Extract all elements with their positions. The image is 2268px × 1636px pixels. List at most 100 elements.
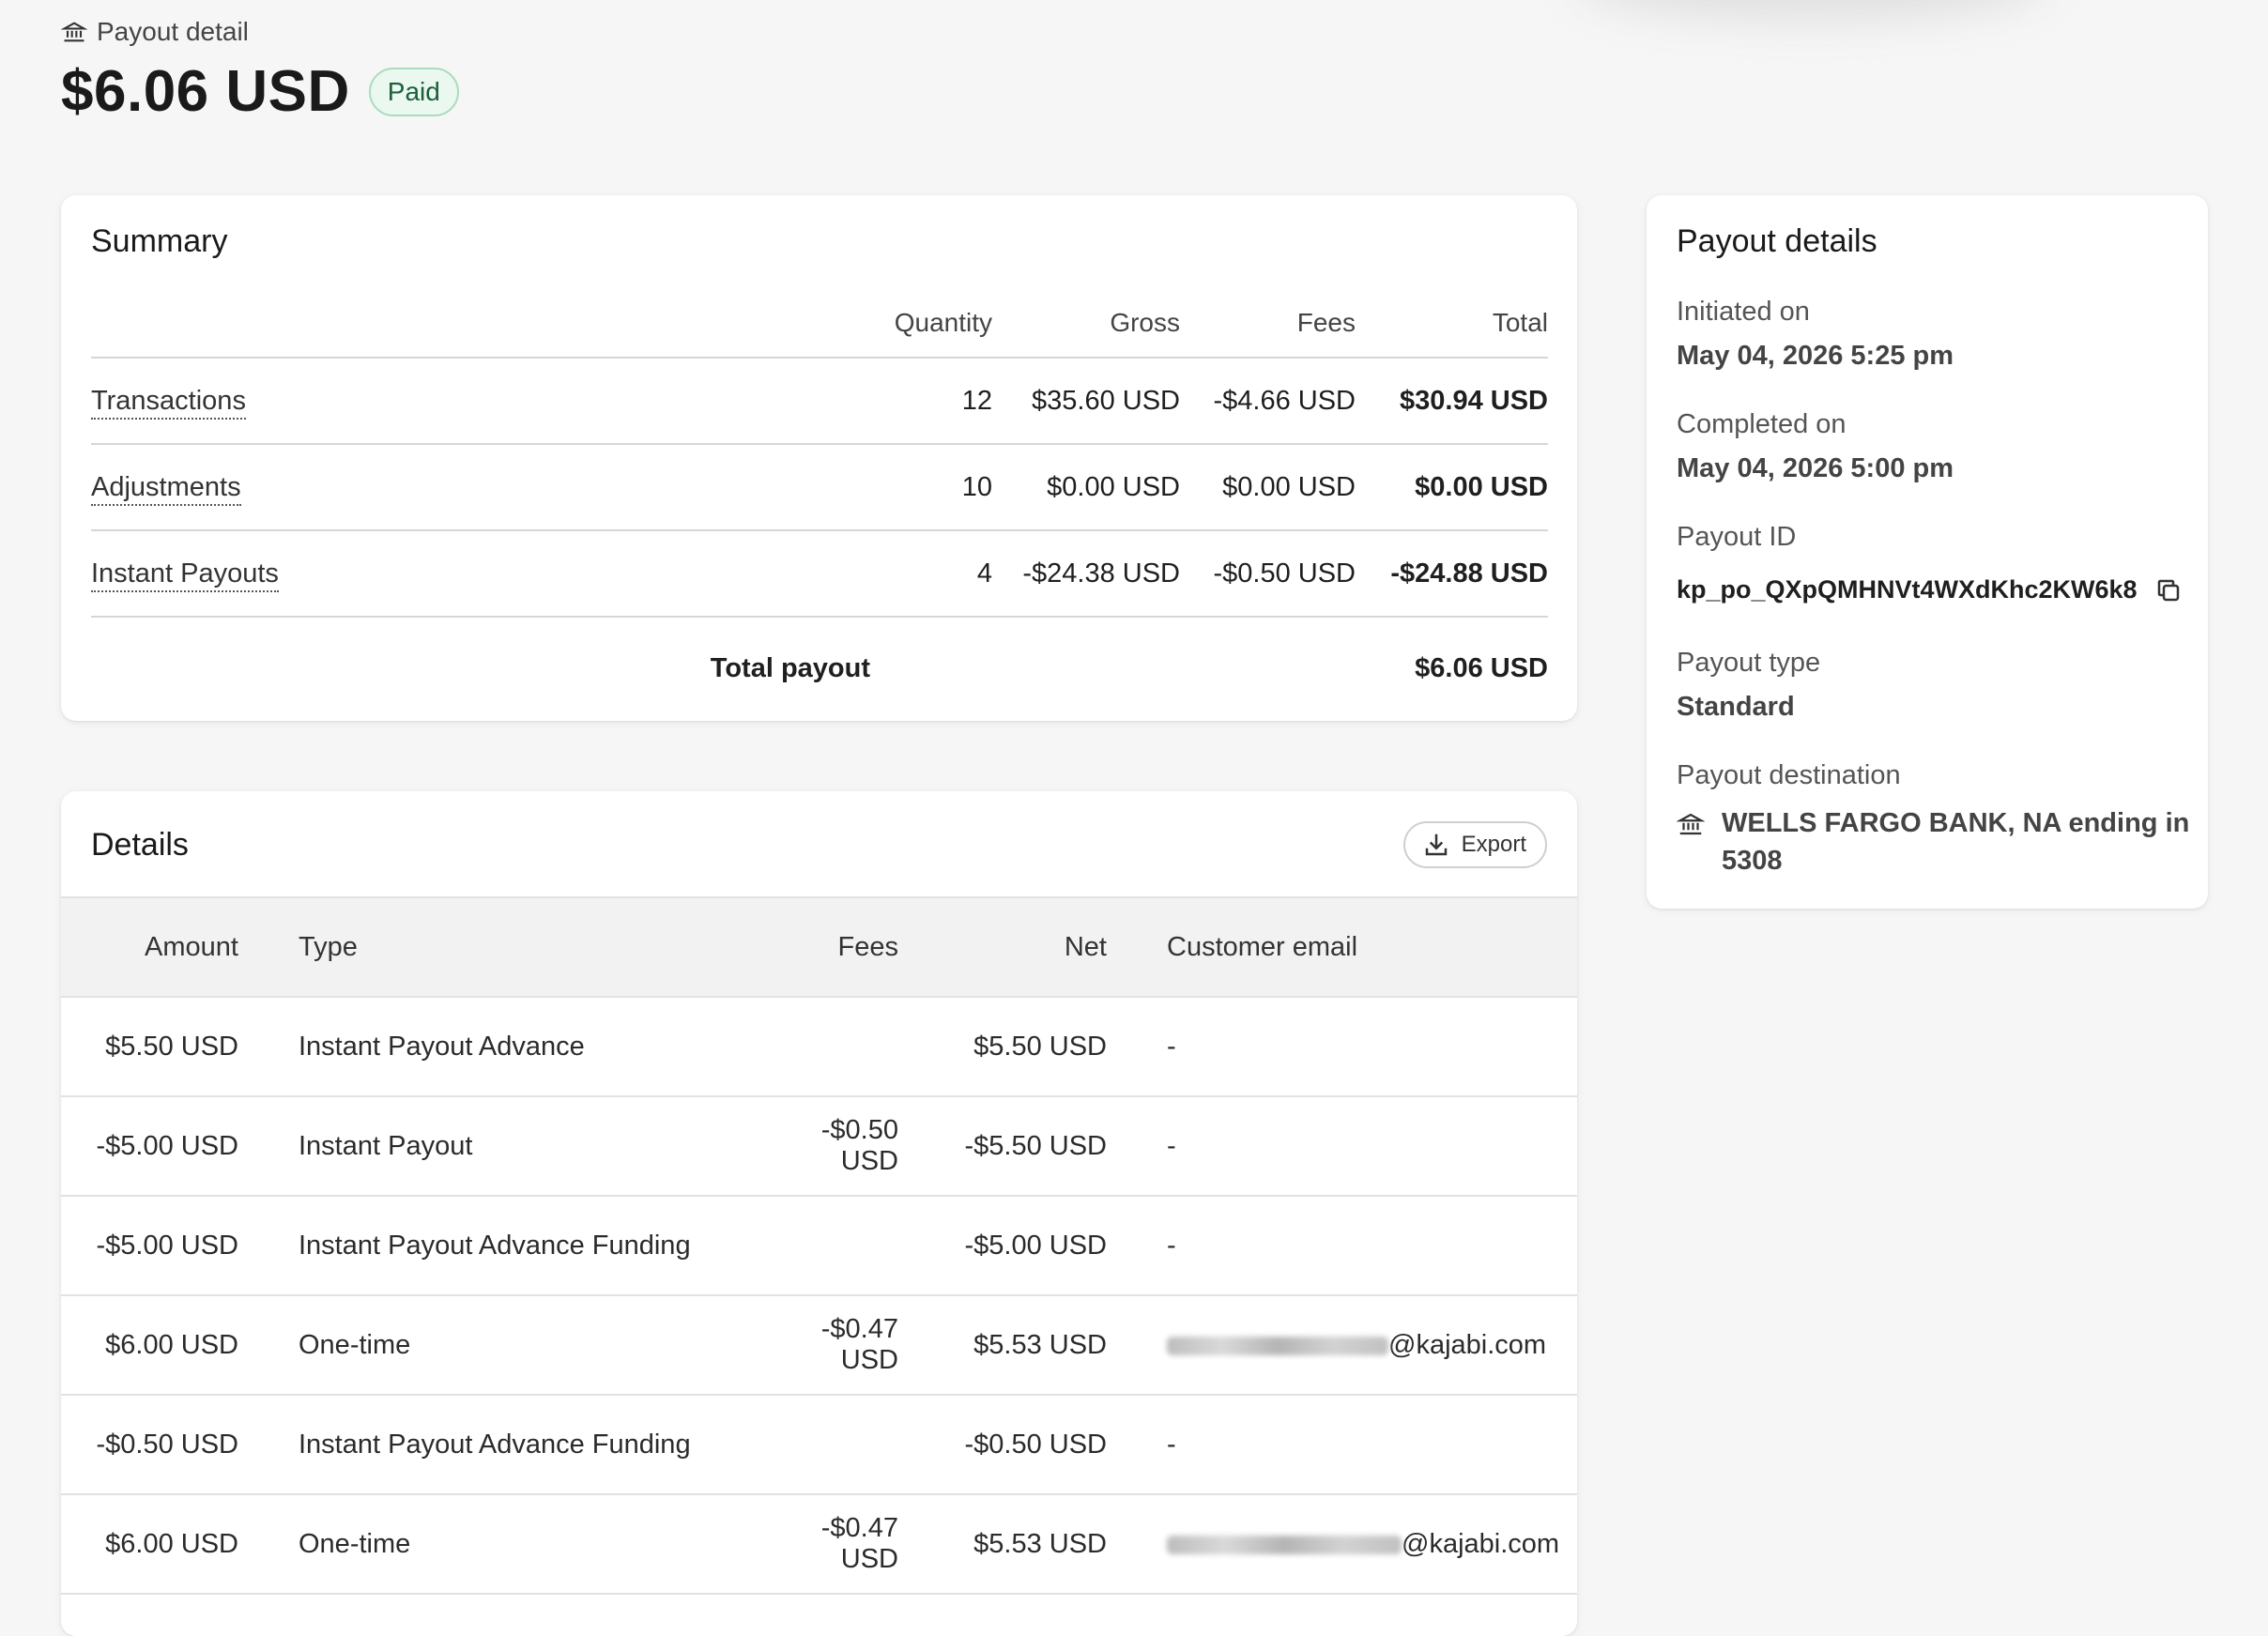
payout-destination-field: Payout destination WELLS FARGO BANK, NA …	[1677, 760, 2191, 879]
summary-header-quantity: Quantity	[870, 291, 992, 359]
status-badge: Paid	[368, 67, 459, 116]
header-type: Type	[299, 896, 759, 998]
row-fees	[759, 1395, 898, 1495]
copy-icon[interactable]	[2154, 576, 2183, 604]
export-label: Export	[1461, 832, 1526, 857]
completed-value: May 04, 2026 5:00 pm	[1677, 453, 1954, 483]
table-row[interactable]: -$0.50 USD Instant Payout Advance Fundin…	[61, 1395, 1577, 1495]
row-email: -	[1167, 997, 1577, 1097]
summary-fees: -$0.50 USD	[1180, 530, 1356, 618]
details-card: Details Export Amount Type Fees Net Cust…	[61, 791, 1577, 1636]
row-type: Instant Payout Advance Funding	[299, 1196, 759, 1296]
completed-field: Completed on May 04, 2026 5:00 pm	[1677, 409, 1954, 484]
payout-id-label: Payout ID	[1677, 522, 1797, 552]
row-email: -	[1167, 1096, 1577, 1197]
payout-destination-value: WELLS FARGO BANK, NA ending in 5308	[1722, 808, 2190, 876]
summary-row-label[interactable]: Adjustments	[91, 444, 870, 531]
header-amount: Amount	[61, 896, 238, 998]
bank-icon	[61, 19, 87, 45]
summary-row-label[interactable]: Transactions	[91, 358, 870, 445]
row-fees	[759, 997, 898, 1097]
row-email: @kajabi.com	[1388, 1329, 1547, 1360]
header-net: Net	[898, 896, 1107, 998]
total-payout-value: $6.06 USD	[1415, 652, 1548, 683]
summary-row-total: Total payout $6.06 USD	[91, 617, 1548, 719]
payout-destination-label: Payout destination	[1677, 760, 1901, 790]
row-amount: -$0.50 USD	[61, 1395, 238, 1495]
redacted-email-blur	[1167, 1336, 1388, 1355]
summary-gross: $0.00 USD	[992, 444, 1180, 531]
breadcrumb: Payout detail	[61, 17, 249, 47]
summary-total: -$24.88 USD	[1356, 530, 1548, 618]
payout-details-title: Payout details	[1677, 223, 1877, 259]
row-amount: $6.00 USD	[61, 1494, 238, 1595]
row-net: $5.53 USD	[898, 1295, 1107, 1396]
row-type: One-time	[299, 1295, 759, 1396]
summary-card: Summary Quantity Gross Fees Total Transa…	[61, 195, 1577, 721]
details-title: Details	[91, 827, 189, 863]
summary-total: $30.94 USD	[1356, 358, 1548, 445]
row-amount: $5.50 USD	[61, 997, 238, 1097]
total-payout-label: Total payout	[710, 652, 870, 683]
redacted-email-blur	[1167, 1535, 1402, 1554]
page-header: $6.06 USD Paid	[61, 58, 459, 125]
summary-header-label	[91, 291, 870, 359]
row-amount: -$5.00 USD	[61, 1096, 238, 1197]
row-type: Instant Payout	[299, 1096, 759, 1197]
summary-title: Summary	[91, 223, 228, 259]
summary-row-label[interactable]: Instant Payouts	[91, 530, 870, 618]
summary-fees: $0.00 USD	[1180, 444, 1356, 531]
payout-id-row: kp_po_QXpQMHNVt4WXdKhc2KW6k8	[1677, 575, 2183, 604]
row-net: -$5.50 USD	[898, 1096, 1107, 1197]
header-customer-email: Customer email	[1167, 896, 1577, 998]
initiated-value: May 04, 2026 5:25 pm	[1677, 341, 1954, 371]
summary-quantity: 10	[870, 444, 992, 531]
details-table: Amount Type Fees Net Customer email $5.5…	[61, 896, 1577, 1595]
summary-fees: -$4.66 USD	[1180, 358, 1356, 445]
row-amount: $6.00 USD	[61, 1295, 238, 1396]
summary-gross: -$24.38 USD	[992, 530, 1180, 618]
row-email: -	[1167, 1196, 1577, 1296]
payout-id-value: kp_po_QXpQMHNVt4WXdKhc2KW6k8	[1677, 575, 2138, 604]
table-row[interactable]: $6.00 USD One-time -$0.47 USD $5.53 USD …	[61, 1295, 1577, 1396]
payout-id-field: Payout ID kp_po_QXpQMHNVt4WXdKhc2KW6k8	[1677, 522, 2183, 604]
row-net: $5.50 USD	[898, 997, 1107, 1097]
row-type: Instant Payout Advance Funding	[299, 1395, 759, 1495]
table-row[interactable]: -$5.00 USD Instant Payout -$0.50 USD -$5…	[61, 1096, 1577, 1197]
decorative-blur	[1577, 0, 2046, 19]
row-email-cell: @kajabi.com	[1167, 1494, 1577, 1595]
row-email: @kajabi.com	[1402, 1528, 1560, 1559]
row-fees	[759, 1196, 898, 1296]
summary-row-transactions: Transactions 12 $35.60 USD -$4.66 USD $3…	[91, 358, 1548, 445]
summary-gross: $35.60 USD	[992, 358, 1180, 445]
row-email: -	[1167, 1395, 1577, 1495]
export-button[interactable]: Export	[1402, 821, 1547, 868]
row-net: -$5.00 USD	[898, 1196, 1107, 1296]
instant-payouts-link[interactable]: Instant Payouts	[91, 558, 279, 592]
summary-header-fees: Fees	[1180, 291, 1356, 359]
adjustments-link[interactable]: Adjustments	[91, 471, 241, 506]
row-type: Instant Payout Advance	[299, 997, 759, 1097]
row-email-cell: @kajabi.com	[1167, 1295, 1577, 1396]
row-fees: -$0.47 USD	[759, 1295, 898, 1396]
summary-header-row: Quantity Gross Fees Total	[91, 291, 1548, 359]
summary-header-gross: Gross	[992, 291, 1180, 359]
payout-type-label: Payout type	[1677, 648, 1821, 678]
row-fees: -$0.47 USD	[759, 1494, 898, 1595]
summary-row-instant-payouts: Instant Payouts 4 -$24.38 USD -$0.50 USD…	[91, 530, 1548, 618]
row-type: One-time	[299, 1494, 759, 1595]
table-row[interactable]: -$5.00 USD Instant Payout Advance Fundin…	[61, 1196, 1577, 1296]
table-row[interactable]: $6.00 USD One-time -$0.47 USD $5.53 USD …	[61, 1494, 1577, 1595]
table-row[interactable]: $5.50 USD Instant Payout Advance $5.50 U…	[61, 997, 1577, 1097]
completed-label: Completed on	[1677, 409, 1847, 439]
summary-table: Quantity Gross Fees Total Transactions 1…	[91, 291, 1548, 719]
summary-header-total: Total	[1356, 291, 1548, 359]
summary-quantity: 4	[870, 530, 992, 618]
payout-destination-row: WELLS FARGO BANK, NA ending in 5308	[1677, 804, 2191, 879]
bank-icon	[1677, 810, 1705, 838]
initiated-label: Initiated on	[1677, 297, 1810, 327]
row-amount: -$5.00 USD	[61, 1196, 238, 1296]
transactions-link[interactable]: Transactions	[91, 385, 246, 420]
initiated-field: Initiated on May 04, 2026 5:25 pm	[1677, 297, 1954, 372]
details-header-row: Amount Type Fees Net Customer email	[61, 896, 1577, 998]
